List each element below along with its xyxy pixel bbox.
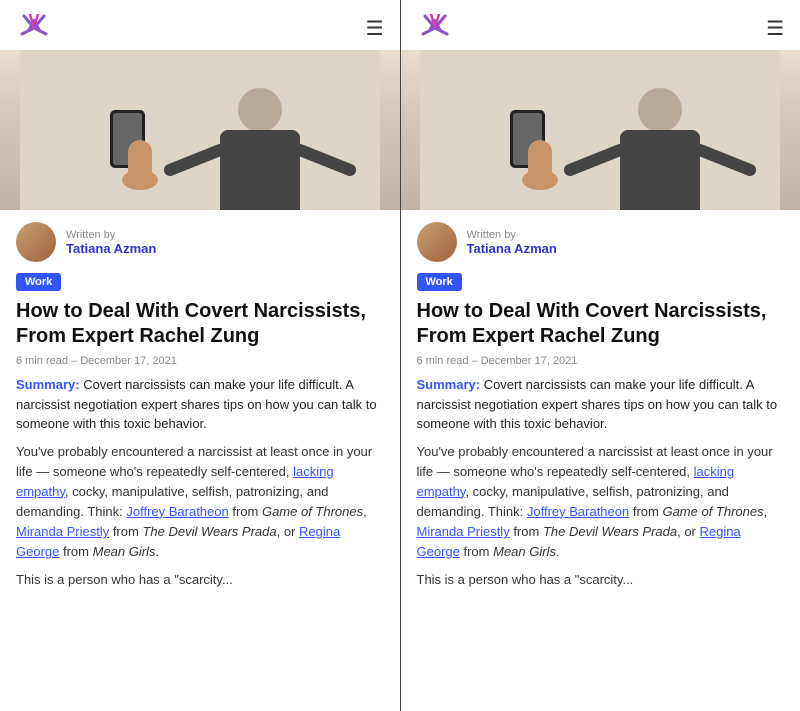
- left-header: ☰: [0, 0, 400, 50]
- right-link3[interactable]: Miranda Priestly: [417, 524, 510, 539]
- right-logo-icon: [417, 14, 453, 42]
- right-author-row: Written by Tatiana Azman: [417, 222, 785, 262]
- right-italic2: The Devil Wears Prada: [543, 524, 677, 539]
- right-body8: .: [556, 544, 560, 559]
- left-link2[interactable]: Joffrey Baratheon: [126, 504, 228, 519]
- right-link2[interactable]: Joffrey Baratheon: [527, 504, 629, 519]
- right-italic3: Mean Girls: [493, 544, 556, 559]
- hamburger-icon[interactable]: ☰: [366, 16, 384, 41]
- right-hamburger-icon[interactable]: ☰: [766, 16, 784, 41]
- left-author-info: Written by Tatiana Azman: [66, 229, 156, 256]
- left-summary-label: Summary:: [16, 377, 80, 392]
- right-italic1: Game of Thrones: [662, 504, 763, 519]
- page-wrapper: ☰: [0, 0, 800, 711]
- left-article-title: How to Deal With Covert Narcissists, Fro…: [16, 299, 384, 349]
- right-author-info: Written by Tatiana Azman: [467, 229, 557, 256]
- right-panel: ☰ Written by: [401, 0, 800, 711]
- left-article-body2: This is a person who has a "scarcity...: [16, 570, 384, 590]
- left-link3[interactable]: Miranda Priestly: [16, 524, 109, 539]
- left-author-avatar: [16, 222, 56, 262]
- left-italic1: Game of Thrones: [262, 504, 363, 519]
- left-panel: ☰: [0, 0, 400, 711]
- left-body8: .: [155, 544, 159, 559]
- right-article-body: You've probably encountered a narcissist…: [417, 442, 785, 563]
- left-italic2: The Devil Wears Prada: [142, 524, 276, 539]
- left-article-body: You've probably encountered a narcissist…: [16, 442, 384, 563]
- right-written-by: Written by: [467, 229, 557, 241]
- hero-illustration: [20, 50, 380, 210]
- right-author-name[interactable]: Tatiana Azman: [467, 241, 557, 256]
- right-article-content: Written by Tatiana Azman Work How to Dea…: [401, 210, 800, 711]
- left-author-row: Written by Tatiana Azman: [16, 222, 384, 262]
- left-article-content: Written by Tatiana Azman Work How to Dea…: [0, 210, 400, 711]
- right-header: ☰: [401, 0, 800, 50]
- left-written-by: Written by: [66, 229, 156, 241]
- left-hero-image: [0, 50, 400, 210]
- right-article-meta: 6 min read – December 17, 2021: [417, 355, 785, 367]
- right-hero-illustration: [420, 50, 780, 210]
- logo-icon: [16, 14, 52, 42]
- right-article-title: How to Deal With Covert Narcissists, Fro…: [417, 299, 785, 349]
- right-author-avatar: [417, 222, 457, 262]
- left-body6: , or: [277, 524, 299, 539]
- right-body5: from: [510, 524, 543, 539]
- left-tag-work[interactable]: Work: [16, 273, 61, 291]
- right-hero-image: [401, 50, 800, 210]
- right-article-summary: Summary: Covert narcissists can make you…: [417, 375, 785, 434]
- left-italic3: Mean Girls: [93, 544, 156, 559]
- right-article-body2: This is a person who has a "scarcity...: [417, 570, 785, 590]
- left-body5: from: [109, 524, 142, 539]
- left-body4: ,: [363, 504, 367, 519]
- left-body3: from: [229, 504, 262, 519]
- left-body7: from: [59, 544, 92, 559]
- right-tag-work[interactable]: Work: [417, 273, 462, 291]
- left-author-name[interactable]: Tatiana Azman: [66, 241, 156, 256]
- left-article-meta: 6 min read – December 17, 2021: [16, 355, 384, 367]
- left-article-summary: Summary: Covert narcissists can make you…: [16, 375, 384, 434]
- right-body7: from: [460, 544, 493, 559]
- right-body4: ,: [764, 504, 768, 519]
- right-summary-label: Summary:: [417, 377, 481, 392]
- right-body6: , or: [677, 524, 699, 539]
- right-body3: from: [629, 504, 662, 519]
